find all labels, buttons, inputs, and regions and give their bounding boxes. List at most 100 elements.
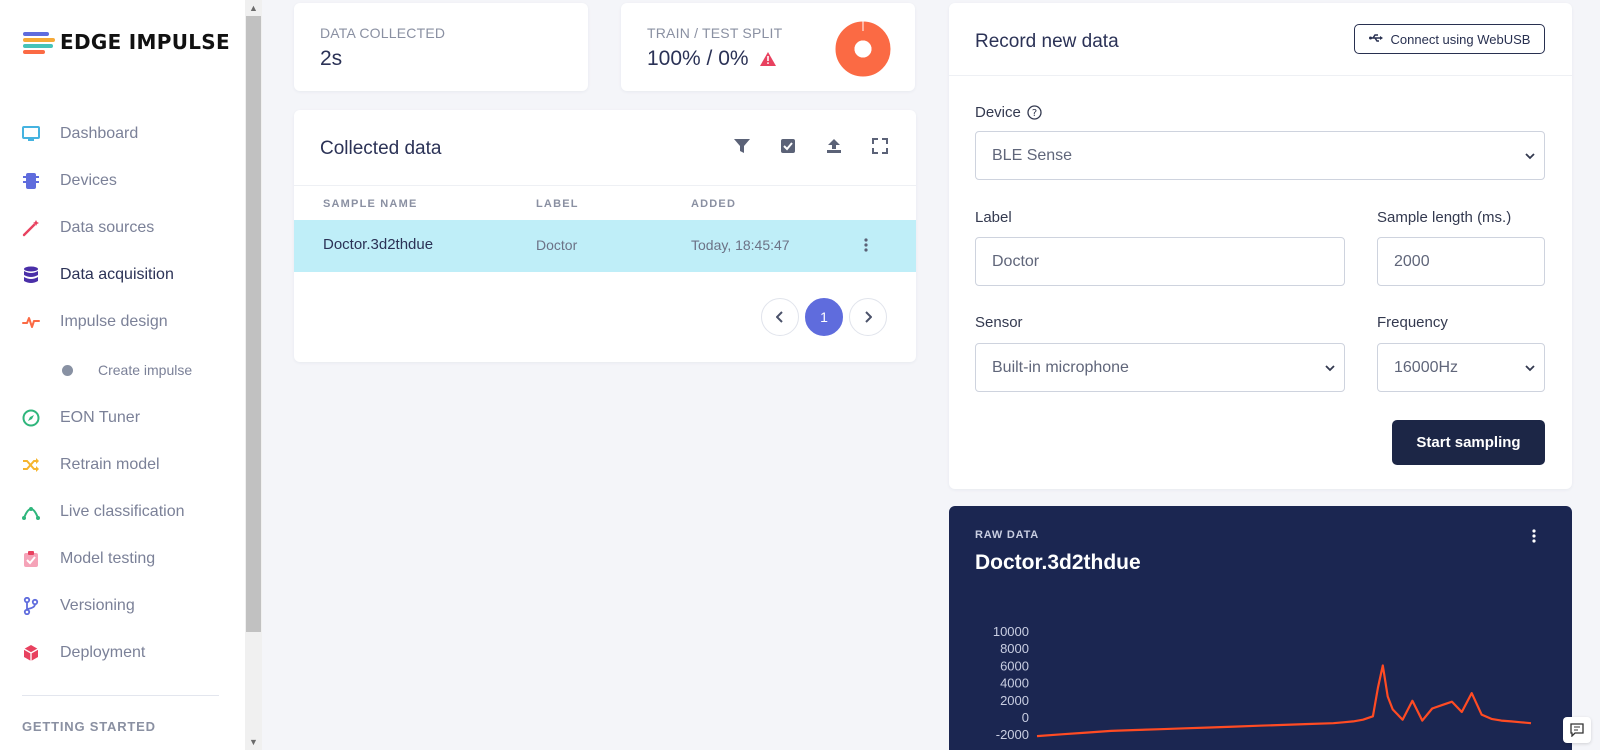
table-row[interactable]: Doctor.3d2thdue Doctor Today, 18:45:47 (294, 220, 916, 272)
collected-data-title: Collected data (320, 138, 442, 159)
sample-length-input[interactable]: 2000 (1377, 237, 1545, 286)
scrollbar-thumb[interactable] (246, 16, 261, 632)
select-checkbox-icon[interactable] (778, 136, 798, 156)
edge-impulse-logo-icon (23, 31, 55, 54)
filter-icon[interactable] (732, 136, 752, 156)
record-new-data-title: Record new data (975, 31, 1119, 52)
table-header: SAMPLE NAME LABEL ADDED (294, 185, 916, 220)
raw-data-menu-kebab-icon[interactable] (1531, 528, 1545, 546)
sidebar-subitem-label: Create impulse (98, 362, 193, 378)
column-header-added[interactable]: ADDED (691, 198, 736, 210)
train-test-split-label: TRAIN / TEST SPLIT (647, 25, 783, 41)
record-header-divider (949, 75, 1572, 76)
svg-text:?: ? (1032, 108, 1037, 119)
train-test-split-value: 100% / 0% (647, 47, 749, 70)
y-tick-label: 8000 (1000, 641, 1029, 656)
pagination-next-button[interactable] (849, 298, 887, 336)
chevron-down-icon (1325, 365, 1335, 372)
sidebar-item-label: Deployment (60, 644, 146, 661)
train-test-split-donut (835, 21, 891, 77)
curve-icon (22, 503, 40, 521)
sidebar-item-dashboard[interactable]: Dashboard (22, 119, 222, 149)
chat-bubble-icon (1570, 723, 1584, 737)
upload-icon[interactable] (824, 136, 844, 156)
frequency-select[interactable]: 16000Hz (1377, 343, 1545, 392)
sidebar-item-label: Versioning (60, 597, 135, 614)
device-select[interactable]: BLE Sense (975, 131, 1545, 180)
wand-icon (22, 219, 40, 237)
compass-icon (22, 409, 40, 427)
brand-logo[interactable]: EDGE IMPULSE (23, 30, 230, 54)
sensor-select[interactable]: Built-in microphone (975, 343, 1345, 392)
usb-icon (1368, 32, 1383, 46)
raw-data-title: Doctor.3d2thdue (975, 551, 1141, 574)
y-tick-label: 10000 (993, 624, 1029, 639)
sidebar-item-impulse-design[interactable]: Impulse design (22, 307, 222, 337)
git-branch-icon (22, 597, 40, 615)
train-test-split-card: TRAIN / TEST SPLIT 100% / 0% (621, 3, 915, 91)
column-header-sample-name[interactable]: SAMPLE NAME (323, 198, 417, 210)
start-sampling-button[interactable]: Start sampling (1392, 420, 1545, 465)
raw-data-label: RAW DATA (975, 529, 1040, 541)
pagination-page-button[interactable]: 1 (805, 298, 843, 336)
scroll-down-arrow-icon[interactable]: ▼ (245, 736, 262, 748)
feedback-button[interactable] (1563, 717, 1591, 743)
chevron-down-icon (1525, 153, 1535, 160)
clipboard-check-icon (22, 550, 40, 568)
sidebar-item-retrain-model[interactable]: Retrain model (22, 450, 222, 480)
shuffle-icon (22, 456, 40, 474)
sidebar-item-model-testing[interactable]: Model testing (22, 544, 222, 574)
warning-icon[interactable] (759, 52, 776, 66)
sidebar-item-eon-tuner[interactable]: EON Tuner (22, 403, 222, 433)
collected-data-card: Collected data SAMPLE NAME LABEL ADDED D… (294, 110, 916, 362)
help-icon[interactable]: ? (1027, 105, 1042, 120)
sample-added-cell: Today, 18:45:47 (691, 237, 790, 253)
pagination-prev-button[interactable] (761, 298, 799, 336)
data-collected-card: DATA COLLECTED 2s (294, 3, 588, 91)
y-axis-ticks: 10000 8000 6000 4000 2000 0 -2000 (993, 624, 1029, 742)
chevron-right-icon (865, 311, 872, 323)
sample-name-cell[interactable]: Doctor.3d2thdue (323, 236, 433, 253)
label-input[interactable]: Doctor (975, 237, 1345, 286)
sidebar: EDGE IMPULSE Dashboard Devices Data sour… (0, 0, 245, 750)
device-label: Device (975, 104, 1021, 121)
sidebar-section-heading: GETTING STARTED (22, 719, 156, 734)
sidebar-item-live-classification[interactable]: Live classification (22, 497, 222, 527)
column-header-label[interactable]: LABEL (536, 198, 579, 210)
sidebar-subitem-create-impulse[interactable]: Create impulse (62, 358, 192, 382)
database-icon (22, 266, 40, 284)
chip-icon (22, 172, 40, 190)
sample-length-input-value: 2000 (1394, 252, 1430, 270)
record-new-data-panel: Record new data Connect using WebUSB Dev… (949, 3, 1572, 489)
raw-data-chart: 10000 8000 6000 4000 2000 0 -2000 (993, 624, 1532, 742)
monitor-icon (22, 125, 40, 143)
frequency-select-value: 16000Hz (1394, 358, 1459, 376)
sidebar-item-label: Devices (60, 172, 117, 189)
connect-webusb-label: Connect using WebUSB (1390, 31, 1531, 47)
sensor-select-value: Built-in microphone (992, 358, 1129, 376)
sidebar-item-data-acquisition[interactable]: Data acquisition (22, 260, 222, 290)
chevron-down-icon (1525, 365, 1535, 372)
y-tick-label: 2000 (1000, 693, 1029, 708)
sample-length-label: Sample length (ms.) (1377, 209, 1512, 226)
y-tick-label: 4000 (1000, 676, 1029, 691)
y-tick-label: -2000 (996, 727, 1029, 742)
sidebar-item-data-sources[interactable]: Data sources (22, 213, 222, 243)
sidebar-item-label: Model testing (60, 550, 156, 567)
brand-name: EDGE IMPULSE (60, 30, 230, 54)
sidebar-item-label: Data sources (60, 219, 155, 236)
sidebar-item-deployment[interactable]: Deployment (22, 638, 222, 668)
y-tick-label: 0 (1022, 710, 1029, 725)
sidebar-item-label: EON Tuner (60, 409, 141, 426)
waveform-line (1036, 664, 1532, 738)
sidebar-item-label: Retrain model (60, 456, 160, 473)
sidebar-item-devices[interactable]: Devices (22, 166, 222, 196)
connect-webusb-button[interactable]: Connect using WebUSB (1354, 24, 1545, 54)
row-menu-kebab-icon[interactable] (863, 237, 869, 258)
expand-icon[interactable] (870, 136, 890, 156)
sidebar-item-versioning[interactable]: Versioning (22, 591, 222, 621)
frequency-label: Frequency (1377, 314, 1448, 331)
sidebar-scrollbar[interactable]: ▲ ▼ (245, 0, 262, 750)
pulse-icon (22, 313, 40, 331)
scroll-up-arrow-icon[interactable]: ▲ (245, 2, 262, 14)
